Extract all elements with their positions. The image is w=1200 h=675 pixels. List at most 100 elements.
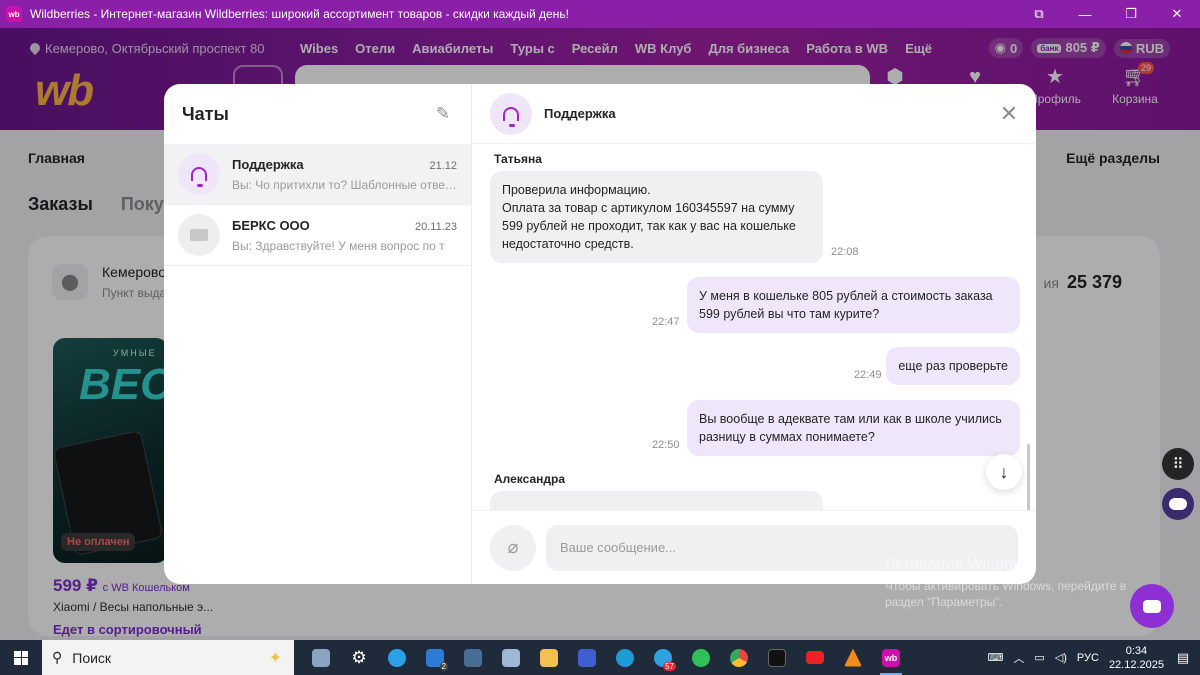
activation-watermark: Активация Windows Чтобы активировать Win… <box>885 556 1126 610</box>
tablet-app-icon <box>312 648 330 667</box>
attach-button[interactable]: ⌀ <box>490 524 536 571</box>
close-icon[interactable]: ✕ <box>1000 102 1018 124</box>
taskbar-apps: ⚙ 2 57 wb <box>302 640 910 675</box>
chart-app-icon <box>578 648 596 667</box>
sparkle-icon: ✦ <box>268 649 282 667</box>
message-bubble-incoming-partial <box>490 491 823 510</box>
watermark-line1: Чтобы активировать Windows, перейдите в <box>885 579 1127 593</box>
chat-name: БЕРКС ООО <box>232 217 310 233</box>
windows-taskbar: ⚲ Поиск ✦ ⚙ 2 57 wb ⌨ ︿ ▭ ◁) РУС 0:34 22… <box>0 640 1200 675</box>
chat-name: Поддержка <box>232 156 304 172</box>
arrow-down-icon: ↓ <box>999 461 1009 482</box>
watermark-line2: раздел "Параметры". <box>885 595 1003 609</box>
taskbar-clock[interactable]: 0:34 22.12.2025 <box>1109 644 1164 672</box>
chats-modal: Чаты ✎ Поддержка 21.12 Вы: Чо притихли т… <box>164 84 1036 584</box>
message-sender: Татьяна <box>494 152 542 166</box>
start-button[interactable] <box>0 640 42 675</box>
taskbar-app-explorer[interactable] <box>530 640 568 675</box>
speaker-icon[interactable]: ◁) <box>1055 651 1067 664</box>
taskbar-app-settings[interactable]: ⚙ <box>340 640 378 675</box>
message-bubble-outgoing: У меня в кошельке 805 рублей а стоимость… <box>687 277 1020 333</box>
calculator-icon <box>464 648 482 667</box>
taskbar-app-calculator[interactable] <box>454 640 492 675</box>
taskbar-app-files[interactable]: 2 <box>416 640 454 675</box>
conversation-header: Поддержка ✕ <box>472 84 1036 144</box>
taskbar-app-chrome[interactable] <box>720 640 758 675</box>
gear-icon: ⚙ <box>351 647 367 667</box>
chrome-icon <box>730 648 748 667</box>
watermark-title: Активация Windows <box>885 556 1033 573</box>
vlc-icon <box>844 648 862 667</box>
taskbar-app-telegram[interactable]: 57 <box>644 640 682 675</box>
avatar <box>490 92 532 135</box>
taskbar-search[interactable]: ⚲ Поиск ✦ <box>42 640 294 675</box>
assistant-button[interactable] <box>1162 488 1194 520</box>
close-window-button[interactable]: ✕ <box>1154 0 1200 28</box>
taskbar-app-dark[interactable] <box>758 640 796 675</box>
chat-window: Поддержка ✕ Татьяна Проверила информацию… <box>472 84 1036 584</box>
avatar <box>178 153 220 195</box>
window-title: Wildberries - Интернет-магазин Wildberri… <box>30 7 569 21</box>
chat-list: Чаты ✎ Поддержка 21.12 Вы: Чо притихли т… <box>164 84 472 584</box>
notifications-icon[interactable]: ▤ <box>1174 649 1192 667</box>
chat-list-title: Чаты <box>182 103 229 124</box>
message-time: 22:49 <box>854 369 882 381</box>
grid-icon: ⠿ <box>1172 456 1184 473</box>
taskbar-app-whatsapp[interactable] <box>682 640 720 675</box>
network-icon[interactable]: ▭ <box>1034 651 1044 664</box>
language-indicator[interactable]: РУС <box>1077 652 1099 664</box>
notes-icon <box>502 648 520 667</box>
restore-button[interactable]: ❐ <box>1108 0 1154 28</box>
taskbar-app-notes[interactable] <box>492 640 530 675</box>
keyboard-icon[interactable]: ⌨ <box>987 651 1003 664</box>
taskbar-app-vlc[interactable] <box>834 640 872 675</box>
messages-scrollbar[interactable] <box>1027 444 1030 510</box>
message-list[interactable]: Татьяна Проверила информацию. Оплата за … <box>472 144 1036 510</box>
clock-date: 22.12.2025 <box>1108 658 1164 671</box>
system-tray: ⌨ ︿ ▭ ◁) РУС 0:34 22.12.2025 ▤ <box>987 644 1200 672</box>
message-bubble-outgoing: еще раз проверьте <box>886 347 1020 385</box>
scroll-down-button[interactable]: ↓ <box>986 454 1022 490</box>
chat-preview: Вы: Здравствуйте! У меня вопрос по т <box>232 238 445 253</box>
circle-app-icon <box>388 648 406 667</box>
wildberries-taskbar-icon: wb <box>882 648 900 667</box>
chat-date: 20.11.23 <box>414 220 457 233</box>
files-count-badge: 2 <box>439 662 448 671</box>
minimize-button[interactable]: — <box>1062 0 1108 28</box>
headset-icon <box>503 106 519 127</box>
apps-grid-button[interactable]: ⠿ <box>1162 448 1194 480</box>
chat-date: 21.12 <box>429 159 457 172</box>
chevron-up-icon[interactable]: ︿ <box>1013 650 1024 666</box>
taskbar-app-charts[interactable] <box>568 640 606 675</box>
compose-icon[interactable]: ✎ <box>433 104 453 124</box>
taskbar-app-tablet[interactable] <box>302 640 340 675</box>
headset-icon <box>191 167 207 187</box>
avatar <box>178 214 220 256</box>
telegram-count-badge: 57 <box>663 662 676 671</box>
screenshot-icon[interactable]: ⧉ <box>1016 0 1062 28</box>
chat-preview: Вы: Чо притихли то? Шаблонные ответы <box>232 177 457 192</box>
chat-bubble-icon <box>1143 599 1161 613</box>
edge-icon <box>616 648 634 667</box>
windows-logo-icon <box>14 650 28 665</box>
message-bubble-incoming: Проверила информацию. Оплата за товар с … <box>490 171 823 263</box>
chat-item-support[interactable]: Поддержка 21.12 Вы: Чо притихли то? Шабл… <box>164 144 471 205</box>
taskbar-search-label: Поиск <box>72 649 112 666</box>
chat-item-berks[interactable]: БЕРКС ООО 20.11.23 Вы: Здравствуйте! У м… <box>164 205 471 266</box>
chat-fab-button[interactable] <box>1130 584 1174 628</box>
taskbar-app-circle[interactable] <box>378 640 416 675</box>
window-titlebar: wb Wildberries - Интернет-магазин Wildbe… <box>0 0 1200 28</box>
message-time: 22:47 <box>652 316 680 328</box>
search-icon: ⚲ <box>52 649 63 665</box>
taskbar-app-edge[interactable] <box>606 640 644 675</box>
conversation-title: Поддержка <box>544 106 616 121</box>
youtube-icon <box>806 651 824 664</box>
clock-time: 0:34 <box>1125 644 1148 657</box>
store-icon <box>190 229 208 241</box>
whatsapp-icon <box>692 648 710 667</box>
wildberries-app-icon: wb <box>6 6 22 22</box>
message-sender: Александра <box>494 472 566 486</box>
taskbar-app-youtube[interactable] <box>796 640 834 675</box>
taskbar-app-wildberries[interactable]: wb <box>872 640 910 675</box>
dark-app-icon <box>768 648 786 667</box>
